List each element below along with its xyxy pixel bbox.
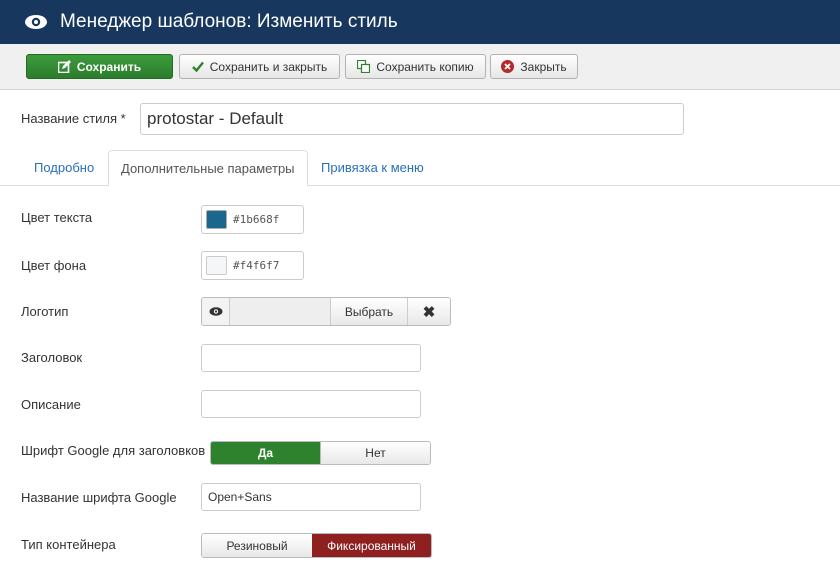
tab-advanced[interactable]: Дополнительные параметры	[108, 150, 308, 187]
eye-icon[interactable]	[202, 298, 230, 325]
close-icon: ✖	[422, 303, 436, 321]
text-color-label: Цвет текста	[21, 210, 93, 225]
google-font-no-option[interactable]: Нет	[320, 442, 430, 464]
style-name-label: Название стиля *	[21, 111, 126, 126]
container-type-toggle: Резиновый Фиксированный	[201, 533, 432, 558]
check-icon	[191, 61, 204, 72]
close-circle-icon	[501, 60, 515, 73]
page-title: Менеджер шаблонов: Изменить стиль	[60, 11, 398, 32]
close-button-label: Закрыть	[520, 59, 567, 74]
eye-icon	[24, 14, 48, 30]
logo-clear-button[interactable]: ✖	[408, 298, 450, 325]
bg-color-value: #f4f6f7	[233, 259, 280, 272]
logo-label: Логотип	[21, 304, 69, 319]
edit-icon	[57, 60, 71, 73]
text-color-picker[interactable]: #1b668f	[201, 205, 304, 234]
bg-color-label: Цвет фона	[21, 258, 87, 273]
text-color-swatch[interactable]	[206, 210, 227, 229]
container-static-option[interactable]: Фиксированный	[312, 534, 431, 557]
toolbar: Сохранить Сохранить и закрыть Сохранить …	[0, 44, 840, 90]
google-font-name-input[interactable]	[201, 483, 421, 511]
google-font-name-label: Название шрифта Google	[21, 490, 177, 505]
save-copy-button-label: Сохранить копию	[376, 59, 474, 74]
container-type-label: Тип контейнера	[21, 537, 116, 552]
description-label: Описание	[21, 397, 81, 412]
tab-details[interactable]: Подробно	[22, 150, 106, 186]
heading-input[interactable]	[201, 344, 421, 372]
style-name-input[interactable]	[140, 103, 684, 135]
tab-bar: Подробно Дополнительные параметры Привяз…	[0, 150, 840, 187]
logo-media-field: Выбрать ✖	[201, 297, 451, 326]
save-copy-button[interactable]: Сохранить копию	[345, 54, 486, 79]
google-font-label: Шрифт Google для заголовков	[21, 443, 206, 458]
logo-path-input[interactable]	[230, 298, 331, 325]
container-fluid-option[interactable]: Резиновый	[202, 534, 312, 557]
bg-color-swatch[interactable]	[206, 256, 227, 275]
copy-icon	[357, 60, 371, 73]
save-button-label: Сохранить	[76, 59, 142, 74]
save-close-button[interactable]: Сохранить и закрыть	[179, 54, 340, 79]
save-button[interactable]: Сохранить	[26, 54, 173, 79]
logo-select-button[interactable]: Выбрать	[331, 298, 408, 325]
text-color-value: #1b668f	[233, 213, 280, 226]
google-font-yes-option[interactable]: Да	[211, 442, 320, 464]
tab-menu-assignment[interactable]: Привязка к меню	[309, 150, 436, 186]
heading-label: Заголовок	[21, 350, 83, 365]
page-header: Менеджер шаблонов: Изменить стиль	[0, 0, 840, 44]
description-input[interactable]	[201, 390, 421, 418]
close-button[interactable]: Закрыть	[490, 54, 578, 79]
save-close-button-label: Сохранить и закрыть	[209, 59, 328, 74]
bg-color-picker[interactable]: #f4f6f7	[201, 251, 304, 280]
google-font-toggle: Да Нет	[210, 441, 431, 465]
